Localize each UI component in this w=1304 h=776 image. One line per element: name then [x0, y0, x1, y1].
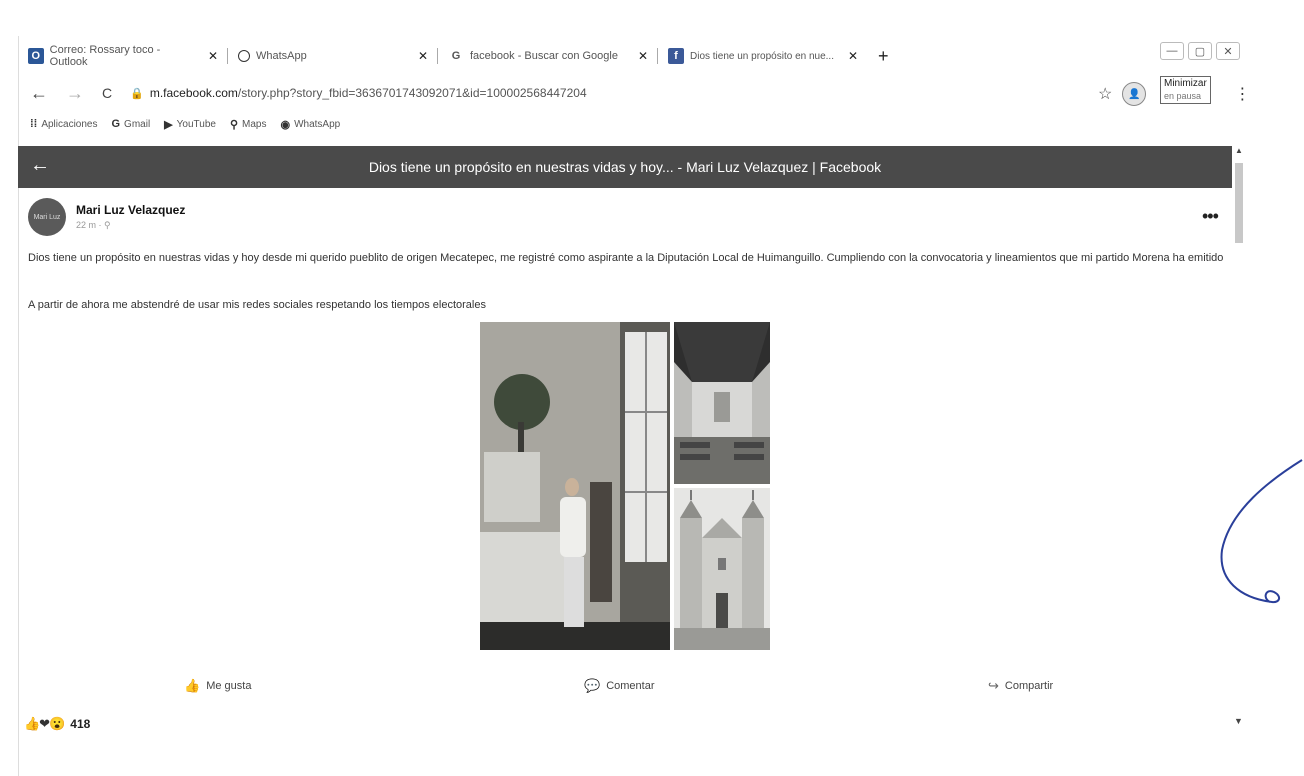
whatsapp-icon [238, 50, 250, 62]
post-header: Mari Luz Mari Luz Velazquez 22 m · ⚲ [28, 198, 185, 236]
thumbs-up-icon: 👍 [184, 678, 201, 693]
post-text-secondary: A partir de ahora me abstendré de usar m… [28, 299, 486, 311]
bookmark-label: Gmail [124, 118, 151, 130]
url-field[interactable]: m.facebook.com/story.php?story_fbid=3636… [150, 86, 587, 100]
tab-strip: O Correo: Rossary toco - Outlook ✕ Whats… [18, 40, 1250, 72]
comment-button[interactable]: 💬 Comentar [584, 678, 654, 694]
close-window-button[interactable]: ✕ [1216, 42, 1240, 60]
back-button[interactable]: ← [30, 83, 48, 104]
bookmark-youtube[interactable]: ▶ YouTube [164, 118, 216, 131]
bookmark-maps[interactable]: ⚲ Maps [230, 118, 267, 131]
maps-icon: ⚲ [229, 118, 238, 131]
whatsapp-icon: ◉ [280, 118, 291, 131]
reaction-count: 418 [70, 717, 91, 731]
tab-outlook[interactable]: O Correo: Rossary toco - Outlook ✕ [18, 42, 228, 70]
photo-church-interior[interactable] [674, 322, 770, 484]
close-icon[interactable]: ✕ [418, 49, 428, 63]
bookmark-label: YouTube [176, 118, 216, 130]
tab-facebook-active[interactable]: f Dios tiene un propósito en nue... ✕ [658, 42, 868, 70]
google-icon: G [451, 50, 461, 62]
google-icon: G [111, 118, 121, 130]
bookmark-label: Maps [242, 118, 267, 130]
tab-label: facebook - Buscar con Google [470, 50, 618, 62]
minimize-button[interactable]: — [1160, 42, 1184, 60]
apps-icon: ⁞⁞ [30, 118, 38, 130]
photo-woman-room[interactable] [480, 322, 670, 650]
bookmark-label: Aplicaciones [41, 118, 98, 130]
bookmark-label: WhatsApp [294, 118, 341, 130]
like-button[interactable]: 👍 Me gusta [184, 678, 251, 694]
scrollbar-thumb[interactable] [1235, 163, 1243, 243]
window-controls: — ▢ ✕ [1160, 42, 1240, 60]
photo-woman-room-image [480, 322, 670, 650]
tooltip: Minimizar en pausa [1160, 76, 1211, 104]
post-text: Dios tiene un propósito en nuestras vida… [28, 252, 1224, 264]
author-name[interactable]: Mari Luz Velazquez [76, 203, 185, 217]
forward-button[interactable]: → [66, 83, 84, 104]
pen-annotation [1220, 459, 1303, 604]
author-avatar[interactable]: Mari Luz [28, 198, 66, 236]
reaction-icons: 👍❤😮 [24, 716, 65, 731]
profile-avatar[interactable]: 👤 [1122, 82, 1147, 106]
share-button[interactable]: ↪ Compartir [988, 678, 1053, 694]
fb-header-bar: ← Dios tiene un propósito en nuestras vi… [18, 146, 1232, 188]
tab-whatsapp[interactable]: WhatsApp ✕ [228, 42, 438, 70]
bookmarks-bar: ⁞⁞ Aplicaciones G Gmail ▶ YouTube ⚲ Maps… [30, 114, 340, 134]
tooltip-sub: en pausa [1164, 91, 1202, 101]
photo-church-facade-image [674, 488, 770, 650]
restore-button[interactable]: ▢ [1188, 42, 1212, 60]
url-host: m.facebook.com [149, 86, 238, 100]
share-arrow-icon: ↪ [988, 678, 999, 693]
new-tab-button[interactable]: + [878, 46, 889, 67]
reactions-summary[interactable]: 👍❤😮 418 [24, 716, 90, 732]
close-icon[interactable]: ✕ [208, 49, 218, 63]
post-timestamp[interactable]: 22 m · ⚲ [76, 220, 185, 231]
chevron-down-icon[interactable]: ▼ [1234, 716, 1243, 726]
like-label: Me gusta [206, 680, 252, 692]
bookmark-apps[interactable]: ⁞⁞ Aplicaciones [30, 118, 97, 130]
close-icon[interactable]: ✕ [638, 49, 648, 63]
post-actions: 👍 Me gusta 💬 Comentar ↪ Compartir [28, 672, 1228, 702]
bookmark-whatsapp[interactable]: ◉ WhatsApp [280, 118, 340, 131]
url-path: /story.php?story_fbid=3636701743092071&i… [237, 86, 587, 100]
lock-icon[interactable]: 🔒 [130, 87, 144, 100]
scroll-up-icon[interactable]: ▲ [1234, 146, 1244, 155]
bookmark-gmail[interactable]: G Gmail [111, 118, 150, 130]
post-photos [480, 322, 770, 650]
tab-label: Correo: Rossary toco - Outlook [49, 44, 161, 68]
tab-google-search[interactable]: G facebook - Buscar con Google ✕ [438, 42, 658, 70]
comment-label: Comentar [606, 680, 655, 692]
comment-bubble-icon: 💬 [584, 678, 601, 693]
tab-label: Dios tiene un propósito en nue... [690, 50, 834, 62]
youtube-icon: ▶ [164, 118, 173, 131]
author-info: Mari Luz Velazquez 22 m · ⚲ [76, 203, 185, 231]
page-title: Dios tiene un propósito en nuestras vida… [368, 159, 882, 175]
menu-kebab-icon[interactable]: ⋮ [1234, 84, 1250, 104]
tab-label: WhatsApp [256, 50, 307, 62]
back-arrow-icon[interactable]: ← [30, 154, 50, 177]
address-bar-row: ← → C 🔒 m.facebook.com/story.php?story_f… [30, 78, 1240, 108]
bookmark-star-icon[interactable]: ☆ [1098, 84, 1112, 104]
outlook-icon: O [28, 48, 44, 64]
reload-button[interactable]: C [102, 85, 112, 101]
tooltip-label: Minimizar [1164, 78, 1207, 89]
photo-church-interior-image [674, 322, 770, 484]
photo-church-facade[interactable] [674, 488, 770, 650]
facebook-icon: f [668, 48, 684, 64]
share-label: Compartir [1004, 680, 1054, 692]
close-icon[interactable]: ✕ [848, 49, 858, 63]
more-options-button[interactable]: ••• [1202, 206, 1219, 227]
